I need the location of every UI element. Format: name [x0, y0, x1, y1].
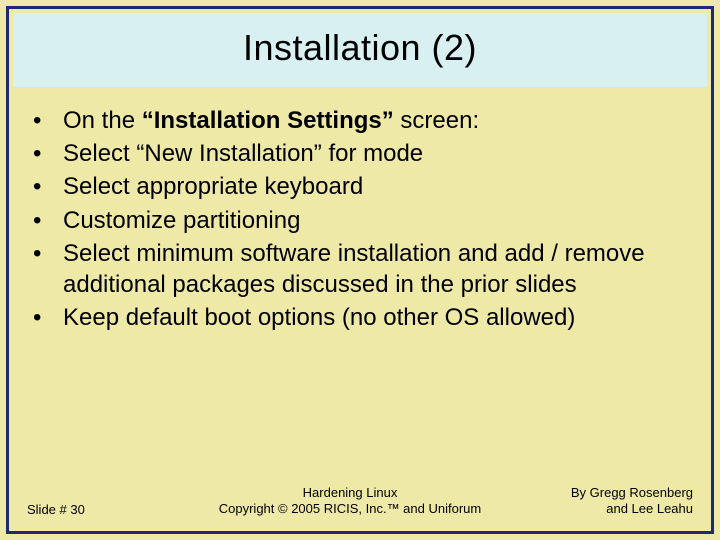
slide-footer: Slide # 30 Hardening Linux Copyright © 2…	[27, 485, 693, 518]
bullet-text: Select minimum software installation and…	[63, 240, 645, 298]
footer-center: Hardening Linux Copyright © 2005 RICIS, …	[177, 485, 523, 518]
slide-body: On the “Installation Settings” screen: S…	[9, 87, 711, 333]
bullet-item: Select appropriate keyboard	[33, 171, 687, 202]
footer-author-line2: and Lee Leahu	[523, 501, 693, 517]
bullet-text: On the	[63, 107, 142, 134]
slide-number: Slide # 30	[27, 502, 177, 517]
slide-frame: Installation (2) On the “Installation Se…	[6, 6, 714, 534]
footer-center-line2: Copyright © 2005 RICIS, Inc.™ and Unifor…	[177, 501, 523, 517]
bullet-item: Select “New Installation” for mode	[33, 138, 687, 169]
bullet-item: Customize partitioning	[33, 205, 687, 236]
title-band: Installation (2)	[13, 13, 707, 87]
bullet-item: Select minimum software installation and…	[33, 238, 687, 300]
footer-author-line1: By Gregg Rosenberg	[523, 485, 693, 501]
slide-title: Installation (2)	[23, 27, 697, 69]
footer-author: By Gregg Rosenberg and Lee Leahu	[523, 485, 693, 518]
bullet-bold: “Installation Settings”	[142, 107, 394, 134]
bullet-text: Select “New Installation” for mode	[63, 140, 423, 167]
bullet-item: Keep default boot options (no other OS a…	[33, 302, 687, 333]
bullet-text: Select appropriate keyboard	[63, 173, 363, 200]
bullet-text: screen:	[394, 107, 479, 134]
bullet-item: On the “Installation Settings” screen:	[33, 105, 687, 136]
bullet-text: Customize partitioning	[63, 207, 300, 234]
bullet-list: On the “Installation Settings” screen: S…	[33, 105, 687, 333]
bullet-text: Keep default boot options (no other OS a…	[63, 304, 575, 331]
footer-center-line1: Hardening Linux	[177, 485, 523, 501]
